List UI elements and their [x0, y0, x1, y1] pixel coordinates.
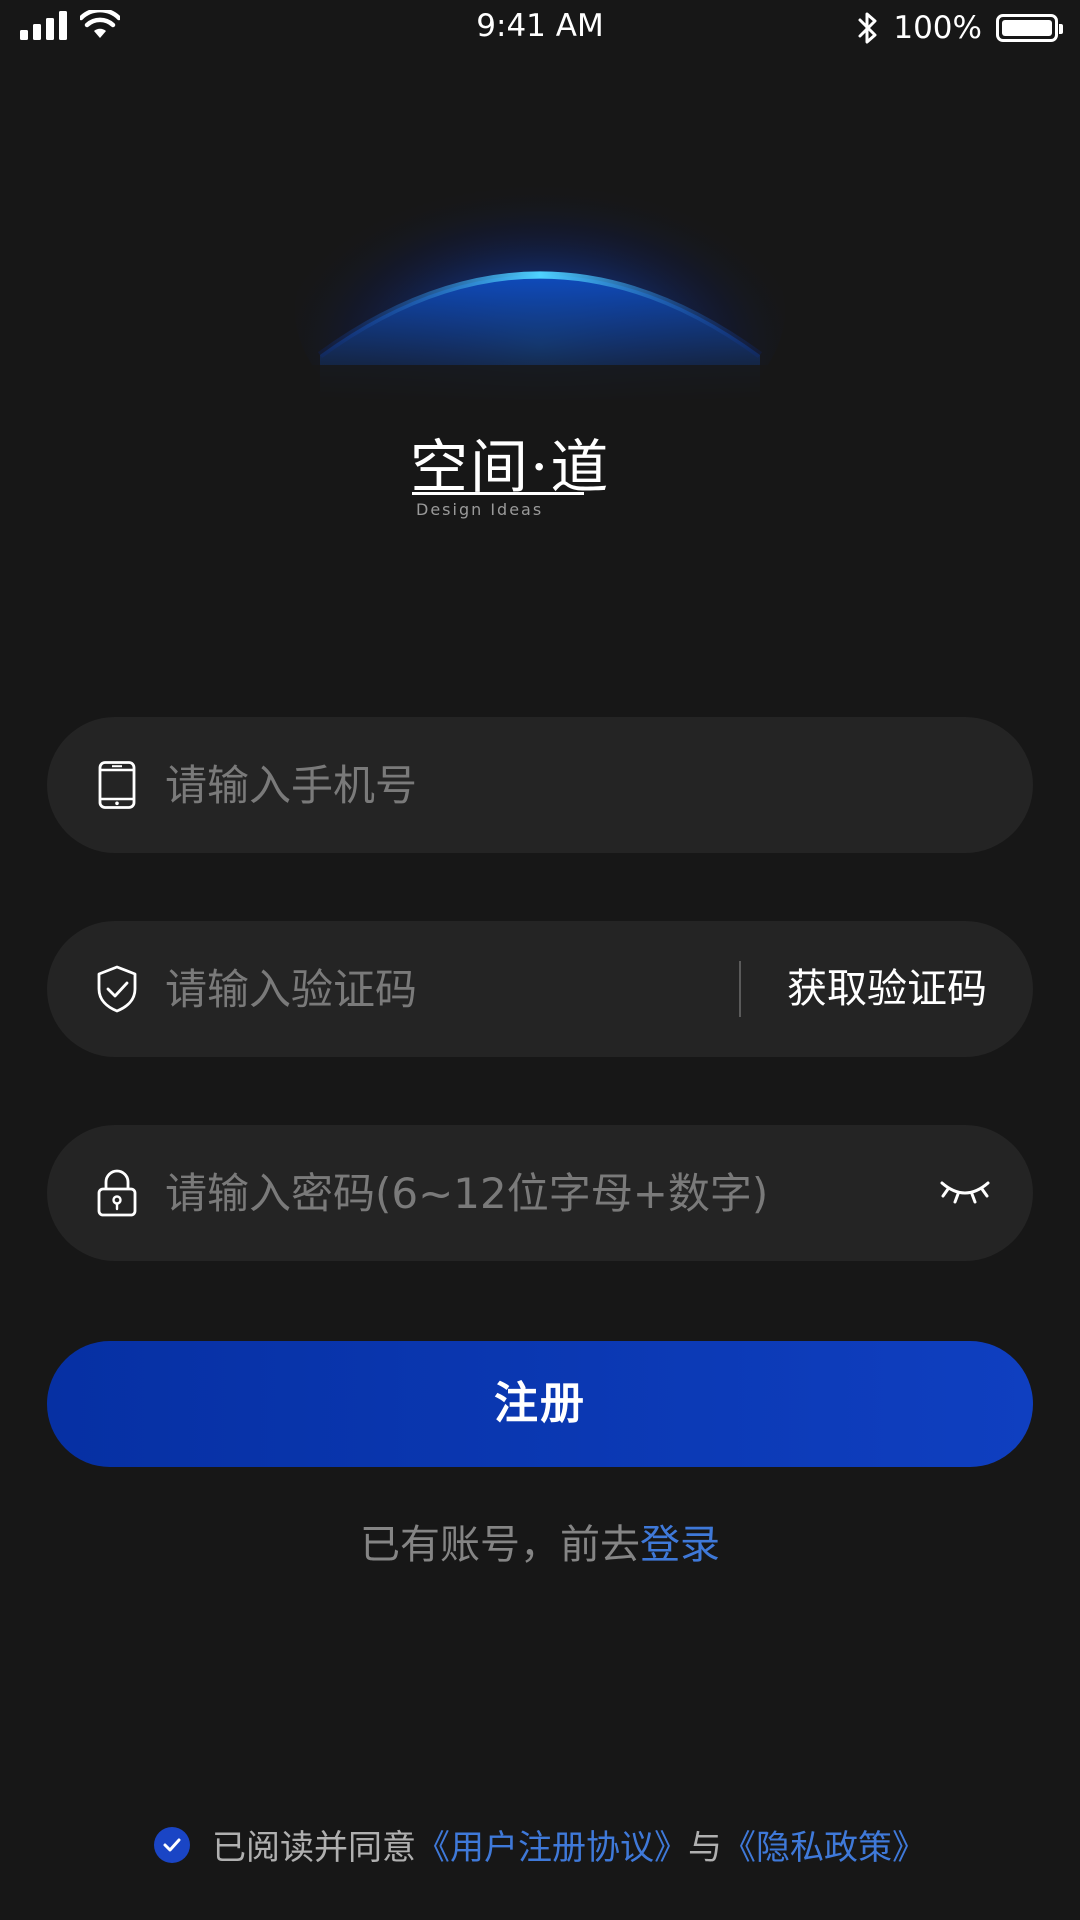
shield-check-icon: [97, 965, 137, 1013]
password-input[interactable]: [165, 1125, 925, 1261]
agreement-row: 已阅读并同意 《用户注册协议》 与 《隐私政策》: [0, 1820, 1080, 1869]
login-prompt-text: 已有账号，前去: [360, 1522, 640, 1568]
register-button[interactable]: 注册: [47, 1341, 1033, 1467]
login-prompt: 已有账号，前去登录: [0, 1512, 1080, 1570]
password-field[interactable]: [47, 1125, 1033, 1261]
app-logo: 空间·道 Design Ideas: [410, 420, 710, 530]
battery-percent: 100%: [893, 10, 982, 46]
agreement-prefix: 已阅读并同意: [212, 1828, 416, 1868]
verification-code-field[interactable]: 获取验证码: [47, 921, 1033, 1057]
terms-link[interactable]: 《用户注册协议》: [416, 1820, 688, 1869]
battery-fill: [1002, 20, 1052, 36]
mobile-phone-icon: [98, 761, 136, 809]
status-right: 100%: [857, 10, 1063, 46]
agreement-checkbox[interactable]: [154, 1826, 190, 1863]
status-bar: 9:41 AM 100%: [0, 0, 1080, 56]
field-divider: [739, 961, 741, 1017]
verification-code-input[interactable]: [165, 921, 705, 1057]
get-code-button[interactable]: 获取验证码: [787, 921, 987, 1057]
privacy-link[interactable]: 《隐私政策》: [722, 1820, 926, 1869]
logo-underline: [412, 492, 584, 495]
login-link[interactable]: 登录: [640, 1522, 720, 1568]
bluetooth-icon: [858, 12, 877, 44]
checkmark-icon: [163, 1838, 181, 1851]
battery-icon: [996, 14, 1063, 42]
register-screen: 9:41 AM 100% 空间·道 Design Ideas 请输入手机号 请输…: [0, 0, 1080, 1920]
agreement-conjunction: 与: [688, 1828, 722, 1868]
planet-horizon-icon: [290, 160, 790, 400]
eye-closed-icon[interactable]: [939, 1171, 991, 1211]
phone-input[interactable]: [165, 717, 965, 853]
lock-icon: [97, 1169, 137, 1217]
logo-subtitle: Design Ideas: [416, 500, 544, 519]
phone-field[interactable]: [47, 717, 1033, 853]
